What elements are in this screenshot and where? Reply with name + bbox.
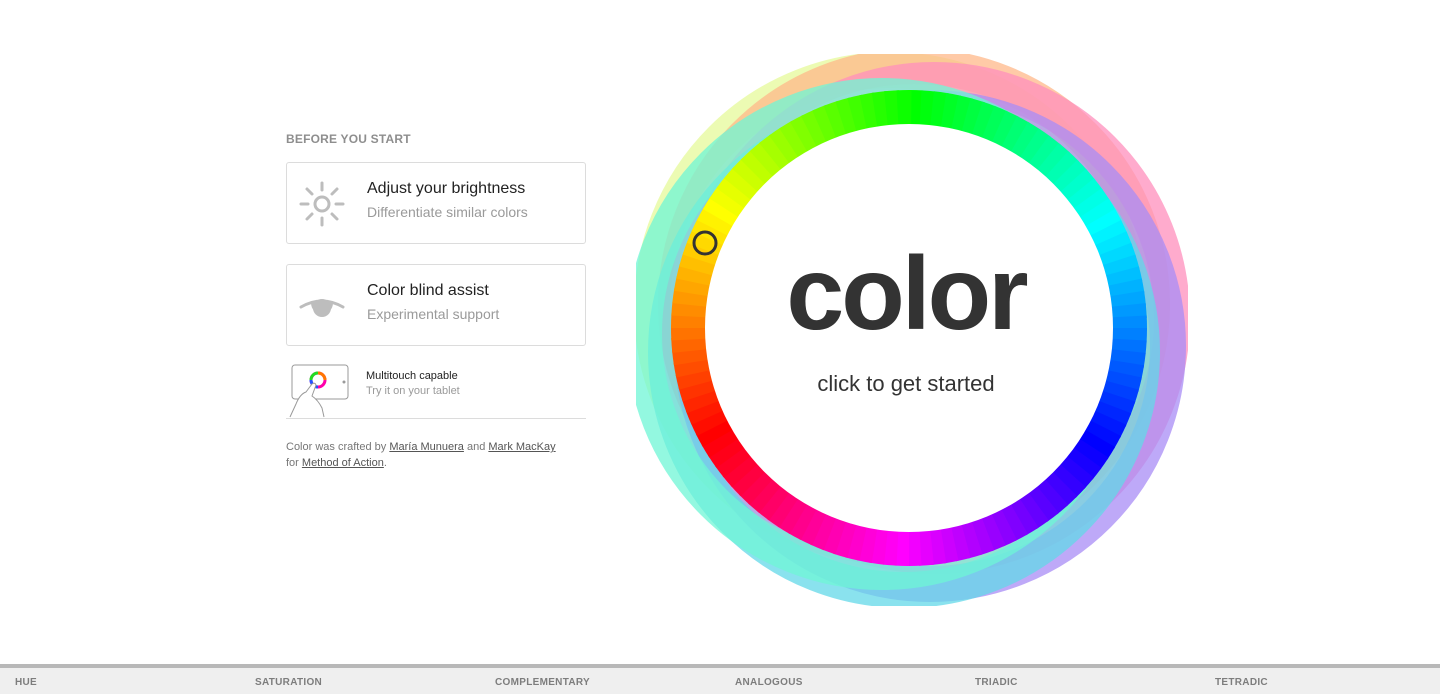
- author-link-mark[interactable]: Mark MacKay: [488, 441, 555, 453]
- page: BEFORE YOU START Adjust your brightness …: [0, 0, 1440, 694]
- credits-for: for: [286, 457, 302, 469]
- color-blind-text: Color blind assist Experimental support: [367, 281, 499, 323]
- tab-saturation[interactable]: SATURATION: [255, 677, 322, 688]
- tab-tetradic[interactable]: TETRADIC: [1215, 677, 1268, 688]
- tab-analogous[interactable]: ANALOGOUS: [735, 677, 803, 688]
- intro-panel: BEFORE YOU START Adjust your brightness …: [286, 132, 586, 471]
- tab-complementary[interactable]: COMPLEMENTARY: [495, 677, 590, 688]
- brightness-title: Adjust your brightness: [367, 180, 526, 197]
- brightness-card[interactable]: Adjust your brightness Differentiate sim…: [286, 162, 586, 244]
- author-link-maria[interactable]: María Munuera: [389, 441, 464, 453]
- tablet-icon: [288, 364, 350, 418]
- credits-and: and: [463, 441, 489, 453]
- section-title: BEFORE YOU START: [286, 132, 411, 146]
- multitouch-text: Multitouch capable Try it on your tablet: [366, 369, 460, 399]
- org-link[interactable]: Method of Action: [302, 457, 384, 469]
- color-blind-subtitle: Experimental support: [367, 306, 500, 322]
- color-wheel-start[interactable]: color click to get started: [636, 54, 1188, 606]
- multitouch-subtitle: Try it on your tablet: [366, 385, 460, 397]
- logo-text: color: [786, 236, 1028, 352]
- sun-icon: [297, 179, 347, 229]
- credits-suffix: .: [383, 457, 387, 469]
- brightness-subtitle: Differentiate similar colors: [367, 204, 528, 220]
- credits-prefix: Color was crafted by: [286, 441, 390, 453]
- multitouch-title: Multitouch capable: [366, 370, 458, 382]
- mode-tab-bar: HUE SATURATION COMPLEMENTARY ANALOGOUS T…: [0, 664, 1440, 694]
- get-started-prompt[interactable]: click to get started: [630, 370, 1182, 398]
- color-blind-card[interactable]: Color blind assist Experimental support: [286, 264, 586, 346]
- credits: Color was crafted by María Munuera and M…: [286, 439, 586, 471]
- tab-hue[interactable]: HUE: [15, 677, 37, 688]
- color-blind-title: Color blind assist: [367, 282, 489, 299]
- tab-triadic[interactable]: TRIADIC: [975, 677, 1018, 688]
- multitouch-info: Multitouch capable Try it on your tablet: [286, 364, 586, 419]
- brightness-text: Adjust your brightness Differentiate sim…: [367, 179, 528, 221]
- eye-icon: [297, 281, 347, 331]
